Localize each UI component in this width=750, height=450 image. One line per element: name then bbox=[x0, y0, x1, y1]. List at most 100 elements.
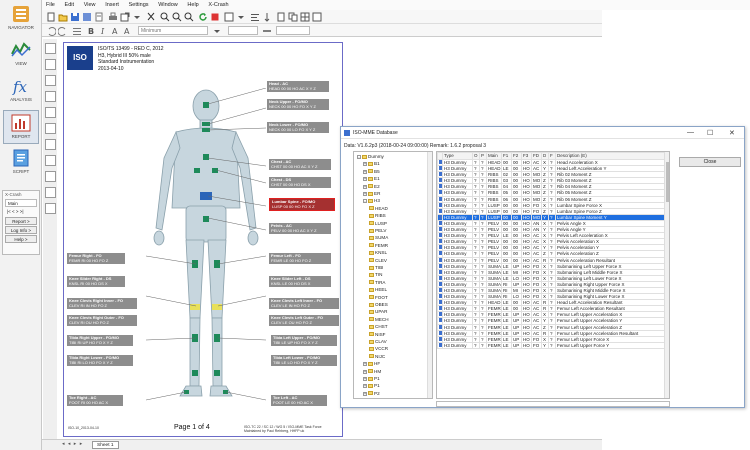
circle-tool-icon[interactable] bbox=[45, 123, 56, 134]
expand-icon[interactable]: + bbox=[363, 184, 367, 189]
nav-view[interactable]: VIEW bbox=[3, 38, 39, 72]
tree-node[interactable]: + P2 bbox=[363, 391, 380, 396]
minimize-icon[interactable]: — bbox=[687, 129, 694, 136]
tree-node[interactable]: PELV bbox=[369, 228, 386, 233]
tree-node[interactable]: TIRA bbox=[369, 280, 385, 285]
tree-node[interactable]: - H3 bbox=[363, 198, 380, 204]
tree-node[interactable]: + B1 bbox=[363, 161, 380, 167]
tree-node[interactable]: SUMA bbox=[369, 235, 388, 240]
tree-node[interactable]: - Dummy bbox=[357, 154, 384, 159]
save-as-icon[interactable] bbox=[82, 12, 92, 22]
dropdown-icon[interactable] bbox=[132, 12, 142, 22]
tree-node[interactable]: + ER bbox=[363, 191, 380, 196]
tree-node[interactable]: RIBS bbox=[369, 213, 386, 218]
image-tool-icon[interactable] bbox=[45, 155, 56, 166]
export-icon[interactable] bbox=[120, 12, 130, 22]
menu-xcrash[interactable]: X-Crash bbox=[204, 0, 232, 8]
nav-navigator[interactable]: NAVIGATOR bbox=[3, 2, 39, 36]
tree-node[interactable]: CHST bbox=[369, 324, 388, 329]
dropdown-icon[interactable] bbox=[212, 26, 222, 36]
maximize-icon[interactable]: ☐ bbox=[707, 129, 713, 137]
tree-node[interactable]: + HM bbox=[363, 369, 381, 374]
expand-icon[interactable]: + bbox=[363, 377, 367, 381]
menu-insert[interactable]: Insert bbox=[101, 0, 123, 8]
tree-node[interactable]: NIJC bbox=[369, 354, 385, 359]
filter-input[interactable] bbox=[436, 401, 670, 407]
shape-tool-icon[interactable] bbox=[45, 107, 56, 118]
column-header[interactable]: Type bbox=[442, 152, 473, 160]
sheet-nav-arrows[interactable]: ◂ ◂ ▸ ▸ bbox=[62, 441, 83, 447]
chart-tool-icon[interactable] bbox=[45, 139, 56, 150]
tree-node[interactable]: FEMR bbox=[369, 243, 388, 248]
tree-node[interactable]: HEAD bbox=[369, 206, 388, 211]
grid-scrollbar[interactable] bbox=[664, 152, 669, 398]
sheet-tab[interactable]: Sheet 1 bbox=[92, 441, 119, 449]
column-header[interactable]: Description (E) bbox=[555, 152, 669, 160]
column-header[interactable]: O bbox=[472, 152, 480, 160]
tree-node[interactable]: TIN bbox=[369, 272, 382, 277]
undo-icon[interactable] bbox=[46, 26, 57, 36]
new-file-icon[interactable] bbox=[46, 12, 56, 22]
menu-help[interactable]: Help bbox=[183, 0, 202, 8]
column-header[interactable]: Main bbox=[486, 152, 502, 160]
expand-icon[interactable]: + bbox=[363, 169, 367, 174]
tree-node[interactable]: KNSL bbox=[369, 250, 387, 255]
menu-settings[interactable]: Settings bbox=[125, 0, 153, 8]
italic-icon[interactable]: I bbox=[98, 26, 108, 36]
dummy-tree[interactable]: - Dummy + B1 + B5 + E1 + E2 + ER - H3 HEAD RIBS LUSP PELV… bbox=[353, 151, 433, 399]
dropdown-icon[interactable] bbox=[236, 12, 246, 22]
channel-grid[interactable]: Type O P Main F1 F2 F3 FD D F Description (E) H3 D… bbox=[436, 151, 670, 399]
expand-icon[interactable]: + bbox=[363, 369, 367, 374]
cut-icon[interactable] bbox=[146, 12, 156, 22]
zoom-region-icon[interactable] bbox=[184, 12, 194, 22]
zoom-out-icon[interactable] bbox=[172, 12, 182, 22]
menu-file[interactable]: File bbox=[42, 0, 59, 8]
tree-node[interactable]: OBES bbox=[369, 302, 388, 307]
stop-icon[interactable] bbox=[210, 12, 220, 22]
redo-icon[interactable] bbox=[57, 26, 68, 36]
nav-script[interactable]: SCRIPT bbox=[3, 146, 39, 180]
tree-scrollbar[interactable] bbox=[427, 152, 432, 398]
expand-icon[interactable]: + bbox=[363, 384, 367, 389]
scroll-thumb[interactable] bbox=[666, 162, 669, 202]
expand-icon[interactable]: + bbox=[363, 362, 367, 367]
list-icon[interactable] bbox=[72, 26, 82, 36]
tree-node[interactable]: + B5 bbox=[363, 169, 380, 174]
sort-icon[interactable] bbox=[264, 12, 274, 22]
expand-icon[interactable]: + bbox=[363, 391, 367, 396]
layout-tool-icon[interactable] bbox=[45, 203, 56, 214]
tree-node[interactable]: UPAR bbox=[369, 309, 387, 314]
tree-node[interactable]: + E2 bbox=[363, 184, 380, 189]
line-style-icon[interactable] bbox=[262, 26, 272, 36]
grid-icon[interactable] bbox=[300, 12, 310, 22]
expand-icon[interactable]: + bbox=[363, 162, 367, 167]
tree-node[interactable]: HEEL bbox=[369, 287, 387, 292]
text-tool-icon[interactable] bbox=[45, 43, 56, 54]
open-folder-icon[interactable] bbox=[58, 12, 68, 22]
tree-node[interactable]: TIBI bbox=[369, 265, 383, 270]
tree-node[interactable]: + HF bbox=[363, 361, 380, 367]
close-icon[interactable]: ✕ bbox=[729, 129, 735, 137]
column-header[interactable]: F3 bbox=[521, 152, 532, 160]
column-header[interactable]: F bbox=[548, 152, 556, 160]
menu-window[interactable]: Window bbox=[154, 0, 182, 8]
expand-icon[interactable]: + bbox=[363, 177, 367, 182]
xcrash-report-button[interactable]: Report > bbox=[5, 217, 37, 225]
tree-node[interactable]: LUSP bbox=[369, 221, 387, 226]
nav-report[interactable]: REPORT bbox=[3, 110, 39, 144]
xcrash-log-button[interactable]: Log Info > bbox=[5, 226, 37, 234]
tree-node[interactable]: NISF bbox=[369, 332, 385, 337]
page-setup-icon[interactable] bbox=[276, 12, 286, 22]
tree-node[interactable]: VCCR bbox=[369, 346, 388, 351]
collapse-icon[interactable]: - bbox=[363, 199, 367, 204]
frame-tool-icon[interactable] bbox=[45, 59, 56, 70]
tree-node[interactable]: MECH bbox=[369, 317, 389, 322]
font-size-select[interactable] bbox=[228, 26, 258, 35]
callout-lumbar-spine[interactable]: Lumbar Spine - FO/MO LUSP 00 00 HO FO X … bbox=[269, 198, 335, 212]
column-header[interactable]: F2 bbox=[511, 152, 522, 160]
column-header[interactable]: D bbox=[541, 152, 549, 160]
tree-node[interactable]: + P1 bbox=[363, 376, 380, 381]
expand-icon[interactable]: + bbox=[363, 192, 367, 196]
tree-node[interactable]: CLEV bbox=[369, 258, 387, 263]
close-button[interactable]: Close bbox=[679, 157, 741, 167]
